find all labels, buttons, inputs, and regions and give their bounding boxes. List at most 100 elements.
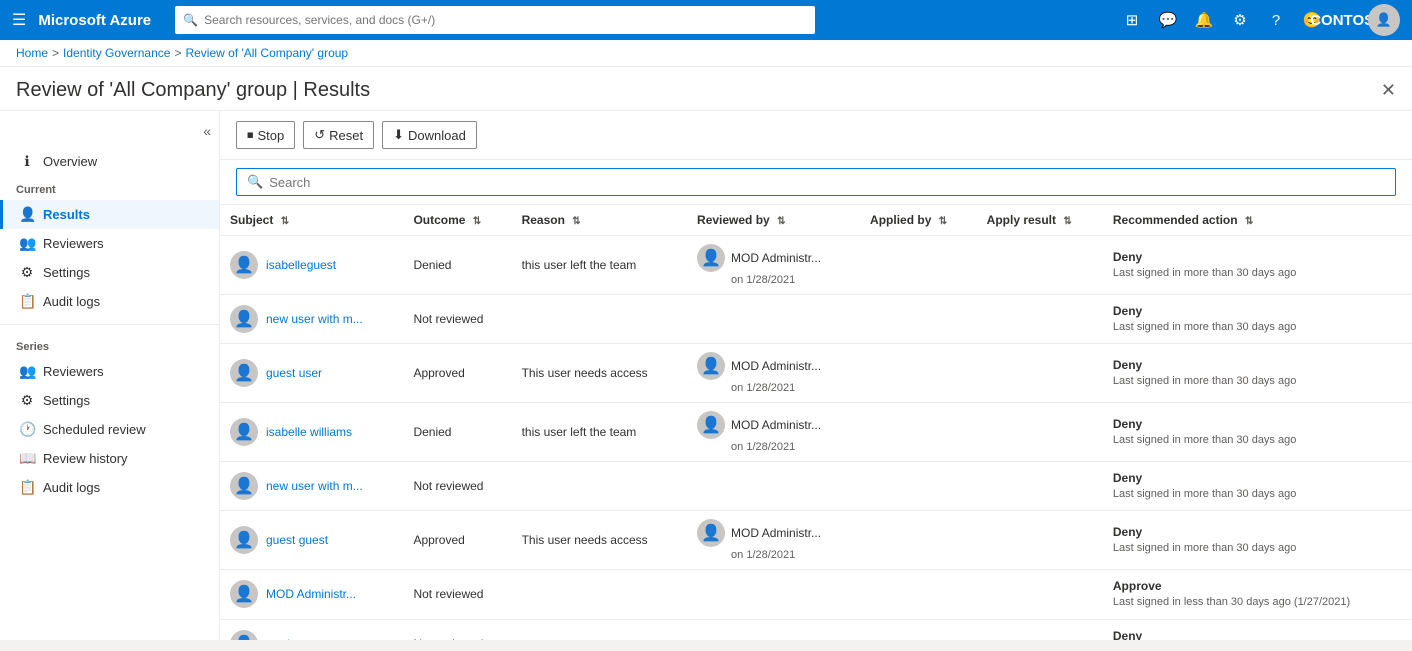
- sidebar-results-label: Results: [43, 207, 90, 222]
- cell-recommended-action: Deny Last signed in more than 30 days ag…: [1103, 344, 1412, 403]
- action-reason: Last signed in less than 30 days ago (1/…: [1113, 595, 1402, 610]
- global-search-bar[interactable]: 🔍: [175, 6, 815, 34]
- recommended-action: Deny Last signed in more than 30 days ag…: [1113, 628, 1402, 640]
- search-icon: 🔍: [183, 13, 198, 27]
- stop-button[interactable]: ⏹ Stop: [236, 121, 295, 149]
- col-subject[interactable]: Subject ⇅: [220, 205, 403, 236]
- content-area: ⏹ Stop ↺ Reset ⬇ Download 🔍: [220, 111, 1412, 640]
- sidebar-settings-series-label: Settings: [43, 393, 90, 408]
- reviewer-user: 👤 MOD Administr...: [697, 519, 850, 547]
- cell-apply-result: [977, 236, 1103, 295]
- cell-applied-by: [860, 570, 977, 619]
- cell-outcome: Approved: [403, 511, 511, 570]
- recommended-action: Deny Last signed in more than 30 days ag…: [1113, 357, 1402, 389]
- user-avatar-icon: 👤: [230, 580, 258, 608]
- reset-label: Reset: [329, 128, 363, 143]
- sidebar-item-reviewers-current[interactable]: 👥 Reviewers: [0, 229, 219, 258]
- cell-reason: This user needs access: [512, 511, 687, 570]
- reviewer-avatar: 👤: [697, 244, 725, 272]
- cell-reviewed-by: 👤 MOD Administr... on 1/28/2021: [687, 511, 860, 570]
- user-cell: 👤 isabelleguest: [230, 251, 393, 279]
- user-name[interactable]: MOD Administr...: [266, 587, 356, 601]
- sidebar-divider: [0, 324, 219, 325]
- col-apply-result[interactable]: Apply result ⇅: [977, 205, 1103, 236]
- bell-icon[interactable]: 🔔: [1188, 4, 1220, 36]
- cell-reason: [512, 462, 687, 511]
- sidebar-review-history-label: Review history: [43, 451, 128, 466]
- cell-recommended-action: Deny Last signed in more than 30 days ag…: [1103, 511, 1412, 570]
- reviewer-name: MOD Administr...: [731, 526, 821, 540]
- col-applied-by[interactable]: Applied by ⇅: [860, 205, 977, 236]
- reviewer-user: 👤 MOD Administr...: [697, 352, 850, 380]
- download-icon: ⬇: [393, 127, 404, 143]
- user-avatar-icon: 👤: [230, 630, 258, 640]
- table-row: 👤 reader Not reviewed Deny Last signed i…: [220, 619, 1412, 640]
- sidebar-collapse-button[interactable]: «: [203, 123, 211, 139]
- user-name[interactable]: new user with m...: [266, 479, 363, 493]
- sidebar-reviewers-series-label: Reviewers: [43, 364, 104, 379]
- col-outcome[interactable]: Outcome ⇅: [403, 205, 511, 236]
- table-row: 👤 isabelleguest Deniedthis user left the…: [220, 236, 1412, 295]
- cell-recommended-action: Deny Last signed in more than 30 days ag…: [1103, 403, 1412, 462]
- breadcrumb-identity-governance[interactable]: Identity Governance: [63, 46, 170, 60]
- sidebar-item-auditlogs-series[interactable]: 📋 Audit logs: [0, 473, 219, 502]
- user-avatar-icon: 👤: [230, 526, 258, 554]
- cell-reviewed-by: 👤 MOD Administr... on 1/28/2021: [687, 403, 860, 462]
- help-icon[interactable]: ?: [1260, 4, 1292, 36]
- user-name[interactable]: new user with m...: [266, 312, 363, 326]
- cell-outcome: Not reviewed: [403, 462, 511, 511]
- user-name[interactable]: reader: [266, 637, 301, 640]
- breadcrumb-home[interactable]: Home: [16, 46, 48, 60]
- search-box: 🔍: [236, 168, 1396, 196]
- download-button[interactable]: ⬇ Download: [382, 121, 477, 149]
- sidebar-auditlogs-series-label: Audit logs: [43, 480, 100, 495]
- reset-button[interactable]: ↺ Reset: [303, 121, 374, 149]
- cell-reason: [512, 295, 687, 344]
- col-reviewed-by[interactable]: Reviewed by ⇅: [687, 205, 860, 236]
- action-name: Deny: [1113, 303, 1402, 320]
- sidebar-scheduled-review-label: Scheduled review: [43, 422, 146, 437]
- sidebar-item-review-history[interactable]: 📖 Review history: [0, 444, 219, 473]
- reviewer-date: on 1/28/2021: [697, 382, 850, 394]
- search-input[interactable]: [269, 175, 1385, 190]
- user-name[interactable]: isabelleguest: [266, 258, 336, 272]
- reviewer-date: on 1/28/2021: [697, 441, 850, 453]
- cell-outcome: Denied: [403, 236, 511, 295]
- user-cell: 👤 guest guest: [230, 526, 393, 554]
- col-recommended-action[interactable]: Recommended action ⇅: [1103, 205, 1412, 236]
- sidebar-item-auditlogs-current[interactable]: 📋 Audit logs: [0, 287, 219, 316]
- user-avatar[interactable]: 👤: [1368, 4, 1400, 36]
- cell-apply-result: [977, 344, 1103, 403]
- sidebar-section-current: Current: [0, 176, 219, 200]
- sidebar-item-settings-current[interactable]: ⚙ Settings: [0, 258, 219, 287]
- hamburger-icon[interactable]: ☰: [12, 10, 26, 30]
- close-button[interactable]: ✕: [1381, 80, 1396, 101]
- sidebar-item-scheduled-review[interactable]: 🕐 Scheduled review: [0, 415, 219, 444]
- cell-apply-result: [977, 462, 1103, 511]
- gear-icon[interactable]: ⚙: [1224, 4, 1256, 36]
- feedback-icon[interactable]: 💬: [1152, 4, 1184, 36]
- sidebar-item-settings-series[interactable]: ⚙ Settings: [0, 386, 219, 415]
- user-name[interactable]: guest user: [266, 366, 322, 380]
- cell-applied-by: [860, 344, 977, 403]
- action-reason: Last signed in more than 30 days ago: [1113, 266, 1402, 281]
- sidebar-item-overview[interactable]: ℹ Overview: [0, 147, 219, 176]
- sidebar-item-reviewers-series[interactable]: 👥 Reviewers: [0, 357, 219, 386]
- reviewers-icon: 👥: [19, 235, 35, 252]
- sort-outcome-icon: ⇅: [473, 216, 481, 227]
- sidebar-item-results[interactable]: 👤 Results: [0, 200, 219, 229]
- breadcrumb-review[interactable]: Review of 'All Company' group: [185, 46, 348, 60]
- cell-reason: [512, 619, 687, 640]
- search-icon: 🔍: [247, 174, 263, 190]
- table-row: 👤 MOD Administr... Not reviewed Approve …: [220, 570, 1412, 619]
- reviewer-user: 👤 MOD Administr...: [697, 244, 850, 272]
- cell-outcome: Not reviewed: [403, 570, 511, 619]
- user-name[interactable]: isabelle williams: [266, 425, 352, 439]
- user-name[interactable]: guest guest: [266, 533, 328, 547]
- grid-icon[interactable]: ⊞: [1116, 4, 1148, 36]
- col-reason[interactable]: Reason ⇅: [512, 205, 687, 236]
- table-container: Subject ⇅ Outcome ⇅ Reason ⇅ Reviewed: [220, 205, 1412, 640]
- cell-recommended-action: Approve Last signed in less than 30 days…: [1103, 570, 1412, 619]
- global-search-input[interactable]: [204, 13, 807, 27]
- reviewer-name: MOD Administr...: [731, 251, 821, 265]
